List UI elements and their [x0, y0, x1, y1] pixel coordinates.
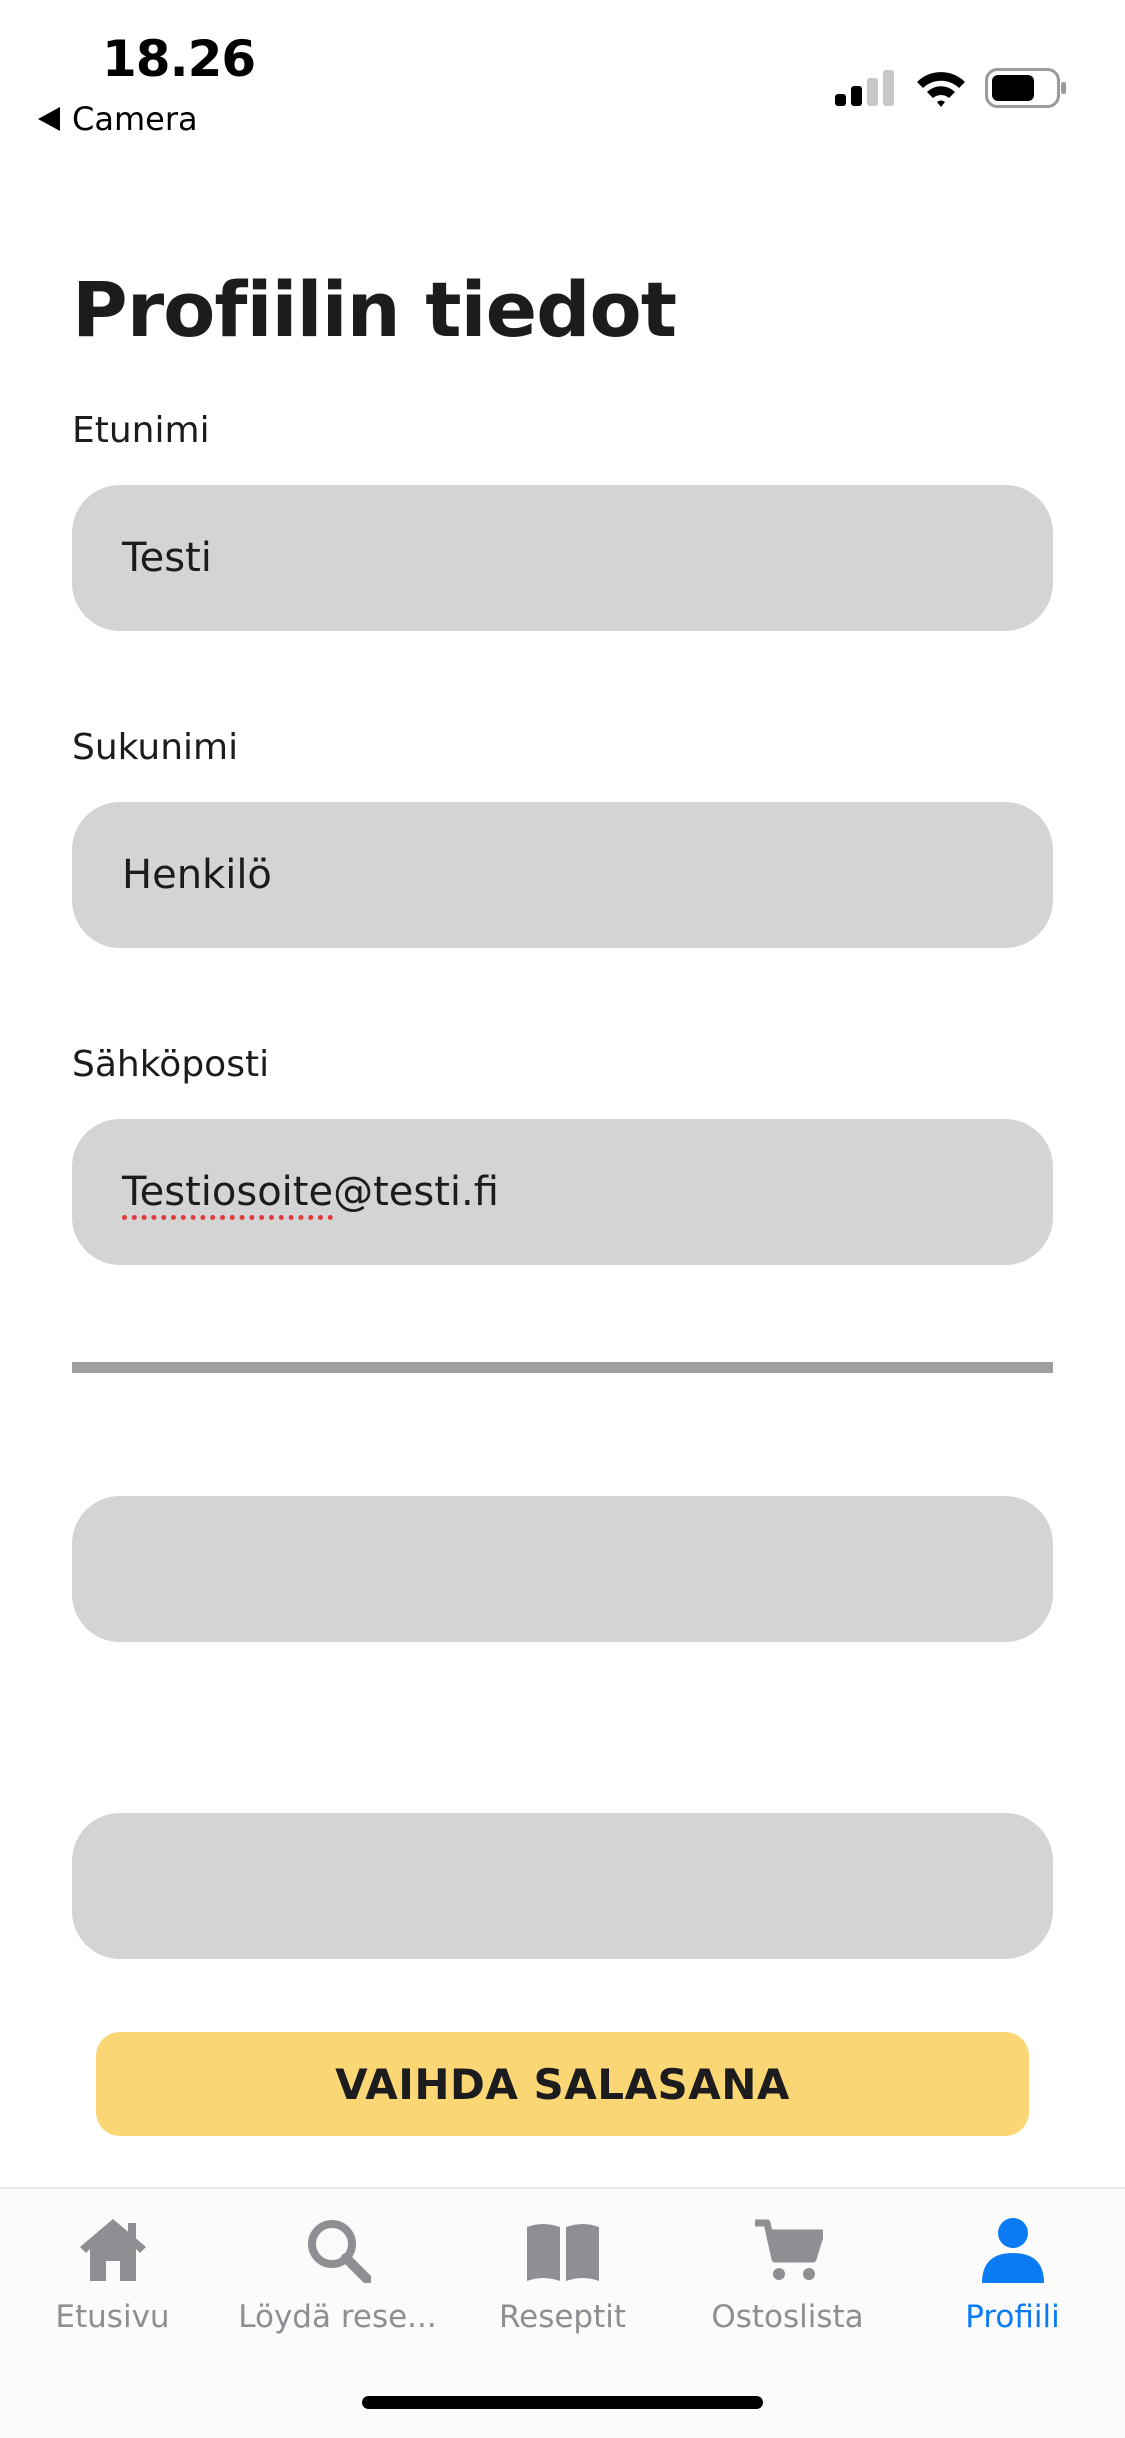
last-name-label: Sukunimi: [72, 727, 239, 768]
first-name-value: Testi: [122, 535, 212, 581]
tab-ostoslista[interactable]: Ostoslista: [675, 2211, 900, 2335]
wifi-icon: [917, 72, 965, 107]
page-title: Profiilin tiedot: [72, 265, 677, 354]
home-indicator[interactable]: [362, 2396, 763, 2409]
change-password-button[interactable]: VAIHDA SALASANA: [96, 2032, 1029, 2136]
back-to-camera-link[interactable]: Camera: [38, 100, 198, 138]
tab-label-profiili: Profiili: [965, 2299, 1060, 2335]
book-icon: [526, 2224, 599, 2281]
confirm-password-field[interactable]: [72, 1813, 1053, 1959]
last-name-field[interactable]: Henkilö: [72, 802, 1053, 948]
first-name-label: Etunimi: [72, 410, 210, 451]
email-domain-part: @testi.fi: [333, 1169, 499, 1215]
search-icon: [307, 2220, 371, 2283]
tab-label-ostoslista: Ostoslista: [711, 2299, 864, 2335]
tab-profiili[interactable]: Profiili: [900, 2211, 1125, 2335]
cart-icon: [754, 2219, 823, 2280]
person-icon: [981, 2218, 1044, 2283]
new-password-field[interactable]: [72, 1496, 1053, 1642]
tab-etusivu[interactable]: Etusivu: [0, 2211, 225, 2335]
first-name-field[interactable]: Testi: [72, 485, 1053, 631]
tab-reseptit[interactable]: Reseptit: [450, 2211, 675, 2335]
tab-label-reseptit: Reseptit: [498, 2299, 627, 2335]
home-icon: [79, 2219, 146, 2281]
email-value: Testiosoite@testi.fi: [122, 1169, 499, 1215]
cellular-signal-icon: [835, 70, 894, 106]
status-time: 18.26: [102, 30, 256, 88]
email-label: Sähköposti: [72, 1044, 270, 1085]
tab-label-etusivu: Etusivu: [55, 2299, 170, 2335]
back-triangle-icon: [38, 107, 60, 131]
email-misspelled-part: Testiosoite: [122, 1169, 334, 1215]
battery-icon: [985, 68, 1066, 108]
status-icons: [835, 68, 1067, 108]
tab-label-loyda: Löydä rese...: [238, 2299, 437, 2335]
last-name-value: Henkilö: [122, 852, 272, 898]
tab-loyda-resepteja[interactable]: Löydä rese...: [225, 2211, 450, 2335]
back-label: Camera: [72, 100, 198, 138]
email-field[interactable]: Testiosoite@testi.fi: [72, 1119, 1053, 1265]
section-divider: [72, 1362, 1053, 1373]
